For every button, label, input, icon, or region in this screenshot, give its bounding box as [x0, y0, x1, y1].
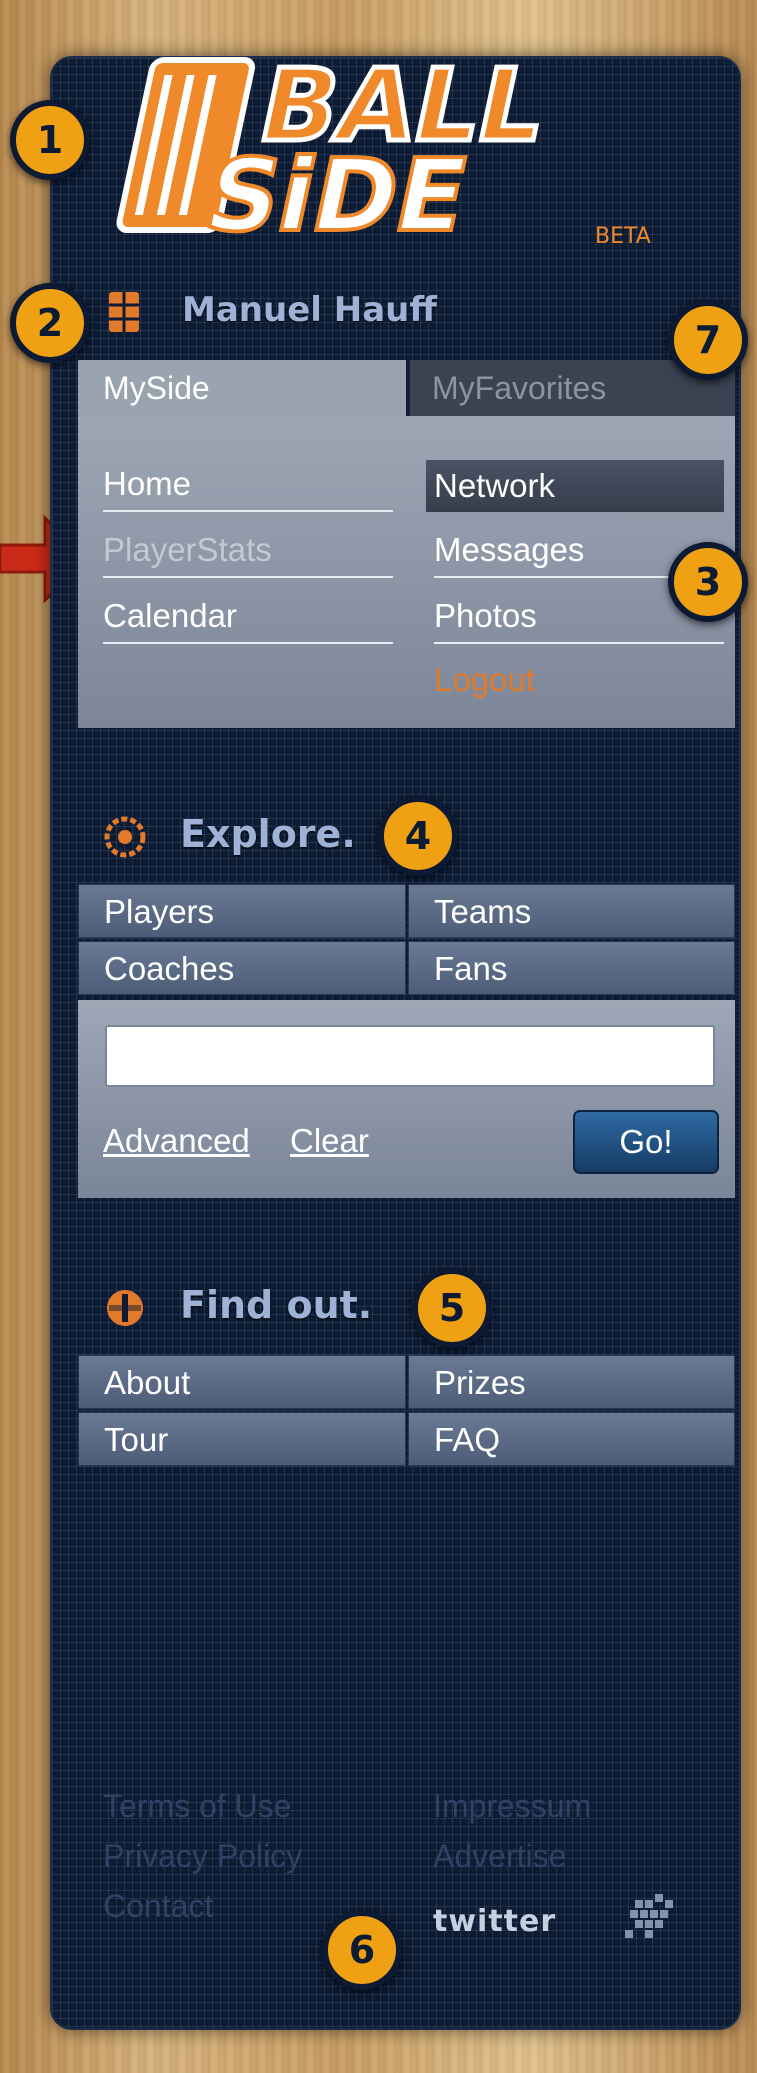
callout-badge-6: 6	[322, 1910, 402, 1990]
menu-item-playerstats[interactable]: PlayerStats	[103, 522, 393, 578]
menu-item-home[interactable]: Home	[103, 456, 393, 512]
footer-impressum-link[interactable]: Impressum	[433, 1788, 591, 1825]
footer-terms-link[interactable]: Terms of Use	[103, 1788, 291, 1825]
svg-text:SiDE: SiDE	[196, 137, 478, 245]
tab-myside[interactable]: MySide	[78, 360, 406, 416]
user-name[interactable]: Manuel Hauff	[182, 290, 437, 330]
callout-badge-2: 2	[10, 283, 90, 363]
explore-teams-button[interactable]: Teams	[408, 884, 735, 938]
ballside-logo[interactable]: BALL SiDE BETA	[105, 45, 711, 245]
footer-privacy-link[interactable]: Privacy Policy	[103, 1838, 302, 1875]
findout-tour-button[interactable]: Tour	[78, 1412, 406, 1466]
svg-text:BETA: BETA	[595, 224, 651, 245]
findout-title: Find out.	[180, 1283, 373, 1327]
explore-fans-button[interactable]: Fans	[408, 941, 735, 995]
explore-players-button[interactable]: Players	[78, 884, 406, 938]
advanced-search-link[interactable]: Advanced	[103, 1122, 250, 1160]
twitter-bird-icon[interactable]	[605, 1888, 695, 1958]
search-input[interactable]	[105, 1025, 715, 1087]
user-icon	[109, 292, 139, 332]
twitter-link[interactable]: twitter	[433, 1904, 556, 1939]
findout-prizes-button[interactable]: Prizes	[408, 1355, 735, 1409]
go-button[interactable]: Go!	[573, 1110, 719, 1174]
callout-badge-4: 4	[378, 796, 458, 876]
callout-badge-5: 5	[412, 1268, 492, 1348]
callout-badge-1: 1	[10, 100, 90, 180]
findout-about-button[interactable]: About	[78, 1355, 406, 1409]
info-icon	[107, 1290, 143, 1326]
footer-advertise-link[interactable]: Advertise	[433, 1838, 566, 1875]
callout-badge-7: 7	[668, 300, 748, 380]
explore-title: Explore.	[180, 812, 356, 856]
menu-item-logout[interactable]: Logout	[434, 652, 724, 708]
explore-coaches-button[interactable]: Coaches	[78, 941, 406, 995]
explore-icon	[104, 816, 146, 858]
menu-item-calendar[interactable]: Calendar	[103, 588, 393, 644]
clear-link[interactable]: Clear	[290, 1122, 369, 1160]
menu-item-network[interactable]: Network	[426, 460, 724, 512]
footer-contact-link[interactable]: Contact	[103, 1888, 213, 1925]
findout-faq-button[interactable]: FAQ	[408, 1412, 735, 1466]
callout-badge-3: 3	[668, 542, 748, 622]
